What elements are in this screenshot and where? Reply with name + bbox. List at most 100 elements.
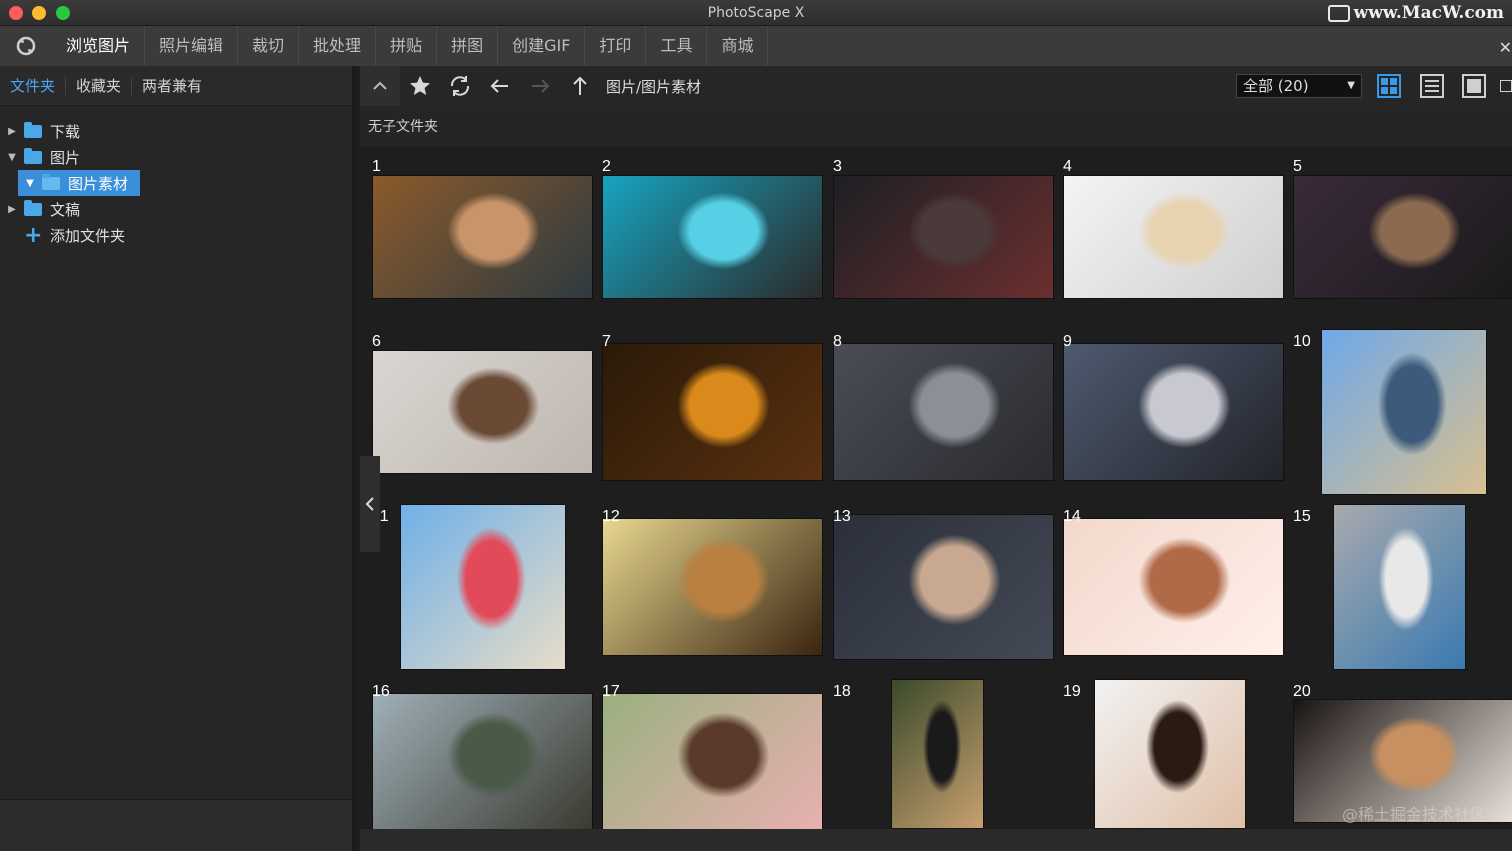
thumbnail-image[interactable] [602,518,823,656]
menu-create-gif[interactable]: 创建GIF [498,26,586,66]
watermark-text: www.MacW.com [1353,3,1504,23]
folder-tree: ▶ 下载 ▼ 图片 ▼ 图片素材 ▶ 文稿 + 添加文件夹 [0,106,352,248]
thumbnail-item[interactable]: 7 [598,321,828,496]
thumbnail-item[interactable]: 5 [1289,146,1512,321]
thumbnail-image[interactable] [833,343,1054,481]
thumbnail-image[interactable] [833,514,1054,660]
thumbnail-image[interactable] [602,175,823,299]
menu-batch[interactable]: 批处理 [299,26,377,66]
thumbnail-item[interactable]: 6 [368,321,598,496]
thumbnail-item[interactable]: 1 [368,146,598,321]
tab-both[interactable]: 两者兼有 [132,77,212,95]
thumbnail-image[interactable] [1321,329,1487,495]
thumbnail-item[interactable]: 4 [1059,146,1289,321]
tree-item-picture-assets[interactable]: ▼ 图片素材 [0,170,352,196]
viewer-toolbar: 图片/图片素材 全部 (20) ▼ [360,66,1512,106]
thumbnail-item[interactable]: 8 [829,321,1059,496]
tab-favorites[interactable]: 收藏夹 [66,76,133,95]
menu-print[interactable]: 打印 [585,26,647,66]
thumbnail-image[interactable] [372,693,593,829]
thumbnail-item[interactable]: 9 [1059,321,1289,496]
tree-item-downloads[interactable]: ▶ 下载 [0,118,352,144]
thumbnail-number: 8 [833,333,842,350]
thumbnail-number: 13 [833,508,851,525]
thumbnail-number: 17 [602,683,620,700]
tab-folders[interactable]: 文件夹 [0,76,67,95]
thumbnail-image[interactable] [372,175,593,299]
thumbnail-number: 3 [833,158,842,175]
add-folder-label: 添加文件夹 [50,226,126,245]
filter-value: 全部 (20) [1243,77,1309,95]
tree-item-label: 图片素材 [68,174,129,193]
thumbnail-item[interactable]: 16 [368,671,598,829]
menu-tools[interactable]: 工具 [646,26,708,66]
expand-arrow-icon[interactable]: ▶ [6,203,18,215]
expand-arrow-icon[interactable]: ▶ [6,125,18,137]
tree-item-label: 图片 [50,148,81,167]
collapse-sidebar-button[interactable] [360,456,380,552]
thumbnail-item[interactable]: 15 [1289,496,1512,671]
thumbnail-number: 6 [372,333,381,350]
close-panel-icon[interactable]: ✕ [1499,38,1512,57]
menu-viewer[interactable]: 浏览图片 [52,26,146,66]
menu-store[interactable]: 商城 [707,26,769,66]
refresh-icon[interactable] [440,66,480,106]
thumbnail-item[interactable]: 17 [598,671,828,829]
thumbnail-image[interactable] [1293,175,1512,299]
subfolder-status: 无子文件夹 [368,119,438,135]
thumbnail-image[interactable] [1094,679,1246,829]
thumbnail-item[interactable]: 14 [1059,496,1289,671]
thumbnail-image[interactable] [372,350,593,474]
title-bar: PhotoScape X www.MacW.com [0,0,1512,26]
sidebar: 文件夹 收藏夹 两者兼有 ▶ 下载 ▼ 图片 ▼ 图片素材 ▶ 文稿 + 添加文… [0,66,356,851]
thumbnail-number: 9 [1063,333,1072,350]
thumbnail-image[interactable] [1063,343,1284,481]
current-path: 图片/图片素材 [606,77,702,96]
menu-combine[interactable]: 拼图 [437,26,499,66]
thumbnail-item[interactable]: 18 [829,671,1059,829]
thumbnail-number: 12 [602,508,620,525]
folder-icon [24,121,42,138]
thumbnail-item[interactable]: 12 [598,496,828,671]
thumbnail-image[interactable] [891,679,984,829]
fullscreen-view-icon[interactable] [1500,73,1512,99]
thumbnail-image[interactable] [1333,504,1466,670]
single-view-icon[interactable] [1461,73,1487,99]
thumbnail-item[interactable]: 19 [1059,671,1289,829]
up-arrow-icon[interactable] [560,66,600,106]
thumbnail-image[interactable] [602,343,823,481]
app-logo-icon[interactable] [0,26,52,66]
tree-item-pictures[interactable]: ▼ 图片 [0,144,352,170]
thumbnail-item[interactable]: 11 [368,496,598,671]
menu-collage[interactable]: 拼贴 [376,26,438,66]
menu-cut-out[interactable]: 裁切 [238,26,300,66]
thumbnail-number: 19 [1063,683,1081,700]
add-folder-button[interactable]: + 添加文件夹 [0,222,352,248]
folder-icon [42,173,60,190]
thumbnail-image[interactable] [400,504,566,670]
grid-view-icon[interactable] [1376,73,1402,99]
back-arrow-icon[interactable] [480,66,520,106]
tree-item-documents[interactable]: ▶ 文稿 [0,196,352,222]
main-menu-bar: 浏览图片 照片编辑 裁切 批处理 拼贴 拼图 创建GIF 打印 工具 商城 ✕ [0,26,1512,66]
thumbnail-item[interactable]: 13 [829,496,1059,671]
thumbnail-item[interactable]: 2 [598,146,828,321]
collapse-arrow-icon[interactable]: ▼ [6,151,18,163]
thumbnail-image[interactable] [833,175,1054,299]
thumbnail-number: 16 [372,683,390,700]
filter-dropdown[interactable]: 全部 (20) ▼ [1236,74,1362,98]
selected-folder[interactable]: ▼ 图片素材 [18,170,141,196]
list-view-icon[interactable] [1419,73,1445,99]
thumbnail-item[interactable]: 3 [829,146,1059,321]
bottom-strip [360,829,1512,851]
thumbnail-number: 2 [602,158,611,175]
forward-arrow-icon[interactable] [520,66,560,106]
collapse-arrow-icon[interactable]: ▼ [24,177,36,189]
thumbnail-image[interactable] [602,693,823,829]
collapse-up-button[interactable] [360,66,400,106]
favorite-star-icon[interactable] [400,66,440,106]
thumbnail-image[interactable] [1063,518,1284,656]
menu-photo-editor[interactable]: 照片编辑 [145,26,239,66]
thumbnail-item[interactable]: 10 [1289,321,1512,496]
thumbnail-image[interactable] [1063,175,1284,299]
